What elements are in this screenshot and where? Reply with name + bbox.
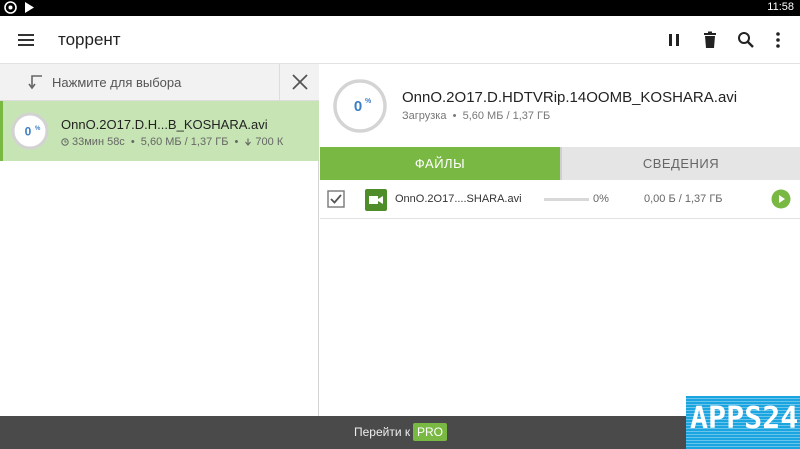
details-meta: Загрузка • 5,60 МБ / 1,37 ГБ — [402, 110, 550, 122]
download-arrow-icon — [245, 138, 252, 146]
app-bar: торрент — [0, 16, 800, 64]
play-store-icon — [25, 2, 34, 13]
file-progress-bar — [544, 198, 589, 201]
file-percent: 0% — [593, 193, 609, 205]
torrent-name: OnnO.2O17.D.H...B_KOSHARA.avi — [61, 117, 268, 132]
status-bar: 11:58 — [0, 0, 800, 16]
details-tabs: ФАЙЛЫ СВЕДЕНИЯ — [320, 147, 800, 180]
progress-ring: 0 % — [11, 112, 49, 150]
details-sizes: 5,60 МБ / 1,37 ГБ — [462, 110, 551, 122]
meta-separator: • — [127, 136, 138, 148]
torrent-list-panel: Нажмите для выбора 0 % OnnO.2O17.D.H...B… — [0, 64, 319, 416]
app-notification-icon — [4, 1, 17, 14]
meta-separator: • — [449, 110, 460, 122]
progress-percent: 0 — [25, 125, 32, 139]
file-sizes: 0,00 Б / 1,37 ГБ — [644, 193, 723, 205]
close-selection-button[interactable] — [279, 64, 319, 101]
search-icon[interactable] — [736, 30, 756, 50]
clock: 11:58 — [767, 1, 794, 13]
torrent-eta: 33мин 58с — [72, 136, 125, 148]
file-checkbox[interactable] — [327, 190, 345, 208]
select-arrow-icon — [28, 75, 42, 90]
progress-percent-sign: % — [35, 126, 41, 132]
upgrade-bar[interactable]: Перейти к PRO — [0, 416, 800, 449]
details-percent-sign: % — [365, 98, 372, 105]
more-icon[interactable] — [768, 30, 788, 50]
torrent-list-item[interactable]: 0 % OnnO.2O17.D.H...B_KOSHARA.avi 33мин … — [0, 101, 319, 161]
torrent-sizes: 5,60 МБ / 1,37 ГБ — [140, 136, 229, 148]
video-file-icon — [365, 189, 387, 211]
clock-icon — [61, 138, 69, 146]
pause-icon[interactable] — [664, 30, 684, 50]
details-status: Загрузка — [402, 110, 447, 122]
close-icon — [292, 74, 308, 90]
meta-separator: • — [231, 136, 242, 148]
details-progress-ring: 0 % — [333, 79, 387, 133]
torrent-details-panel: 0 % OnnO.2O17.D.HDTVRip.14OOMB_KOSHARA.a… — [320, 64, 800, 416]
selection-hint: Нажмите для выбора — [52, 75, 182, 90]
tab-details[interactable]: СВЕДЕНИЯ — [560, 147, 800, 180]
file-name: OnnO.2O17....SHARA.avi — [395, 193, 522, 205]
watermark-logo: APPS24 — [686, 396, 800, 449]
page-title: торрент — [58, 30, 121, 49]
details-percent: 0 — [354, 98, 362, 115]
selection-bar[interactable]: Нажмите для выбора — [0, 64, 319, 101]
file-row[interactable]: OnnO.2O17....SHARA.avi 0% 0,00 Б / 1,37 … — [320, 180, 800, 219]
torrent-meta: 33мин 58с • 5,60 МБ / 1,37 ГБ • 700 К — [61, 136, 283, 148]
details-torrent-name: OnnO.2O17.D.HDTVRip.14OOMB_KOSHARA.avi — [402, 89, 738, 106]
menu-icon[interactable] — [16, 30, 36, 50]
play-icon[interactable] — [771, 189, 791, 209]
upgrade-text: Перейти к — [354, 425, 411, 439]
torrent-speed: 700 К — [255, 136, 284, 148]
pro-badge[interactable]: PRO — [413, 423, 448, 441]
tab-files[interactable]: ФАЙЛЫ — [320, 147, 560, 180]
delete-icon[interactable] — [700, 30, 720, 50]
details-header: 0 % OnnO.2O17.D.HDTVRip.14OOMB_KOSHARA.a… — [320, 64, 800, 147]
watermark-text: APPS24 — [690, 401, 799, 436]
